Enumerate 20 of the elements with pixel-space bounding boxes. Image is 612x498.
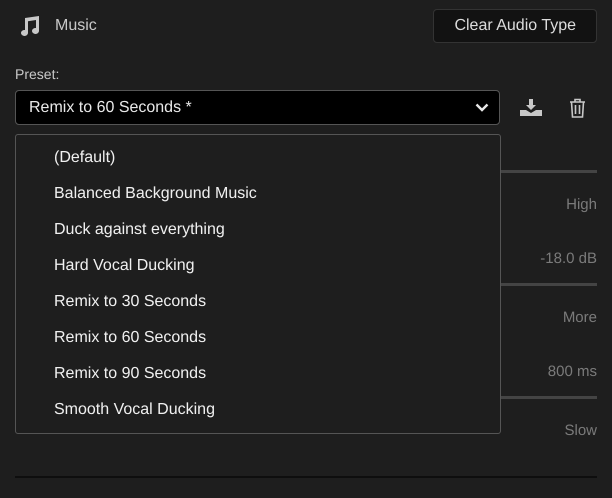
slider-max-label: High [566, 195, 597, 216]
menu-item[interactable]: Duck against everything [54, 218, 225, 242]
menu-item[interactable]: Remix to 60 Seconds [54, 326, 206, 350]
clear-audio-type-button[interactable]: Clear Audio Type [433, 9, 597, 43]
value-reading: -18.0 dB [540, 248, 597, 269]
music-note-icon [19, 16, 41, 36]
audio-type-label: Music [55, 16, 97, 36]
preset-dropdown[interactable]: Remix to 60 Seconds * [15, 90, 500, 125]
preset-label: Preset: [15, 65, 60, 83]
trash-icon[interactable] [569, 98, 586, 118]
menu-item[interactable]: Remix to 90 Seconds [54, 362, 206, 386]
slider-max-label: More [562, 308, 597, 328]
download-icon[interactable] [520, 99, 542, 116]
slider-max-label: Slow [564, 421, 597, 442]
menu-item[interactable]: Balanced Background Music [54, 182, 257, 206]
value-reading: 800 ms [548, 362, 597, 382]
menu-item[interactable]: Remix to 30 Seconds [54, 290, 206, 314]
menu-item[interactable]: Hard Vocal Ducking [54, 254, 195, 278]
menu-item[interactable]: Smooth Vocal Ducking [54, 398, 215, 422]
menu-item[interactable]: (Default) [54, 146, 116, 170]
